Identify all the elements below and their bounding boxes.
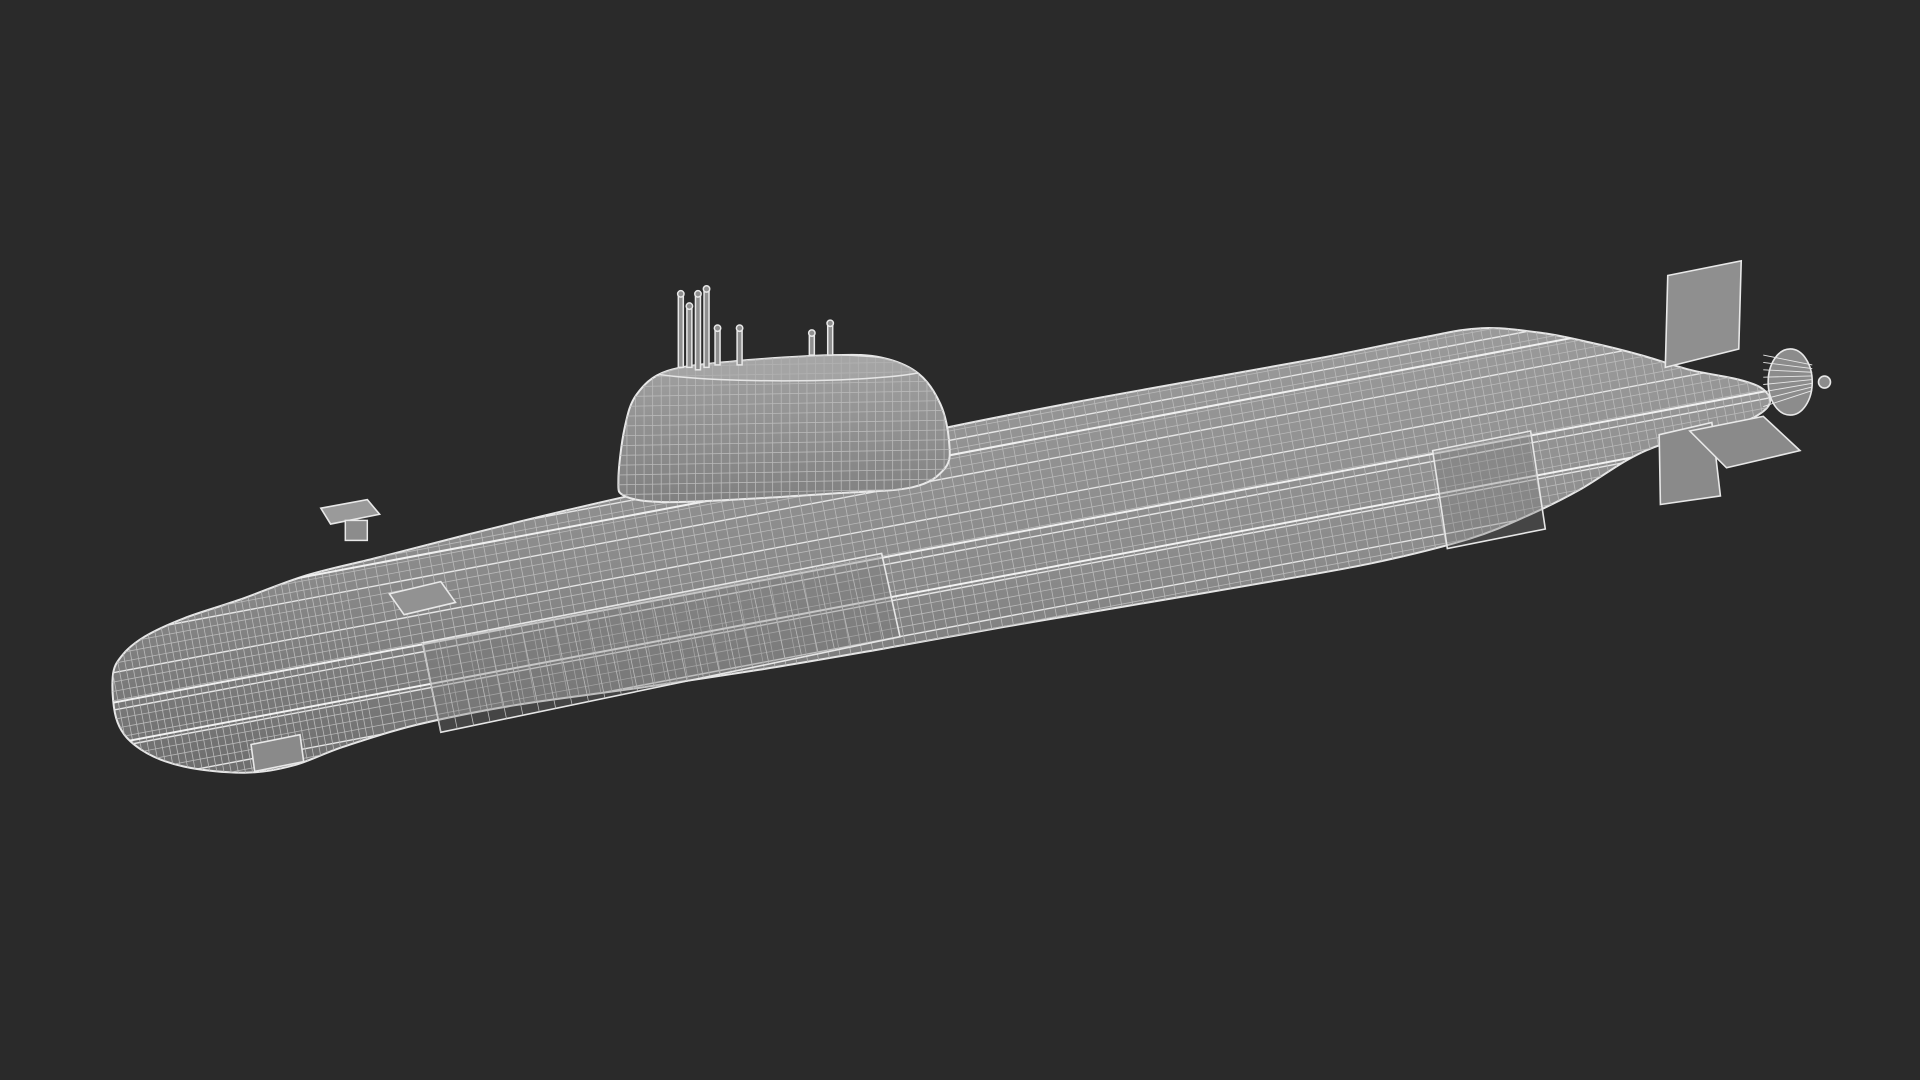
mast xyxy=(677,293,685,369)
propulsor-hub xyxy=(1817,375,1832,389)
mast xyxy=(686,305,693,369)
mast-head xyxy=(676,289,685,298)
mast xyxy=(826,322,834,356)
mast xyxy=(736,327,743,366)
sonar-panel-aft xyxy=(1431,430,1547,550)
mast xyxy=(714,327,721,366)
mast-head xyxy=(735,324,744,333)
mast-head xyxy=(713,324,722,333)
upper-rudder xyxy=(1664,259,1743,369)
viewport xyxy=(0,0,1920,1080)
mast-head xyxy=(694,289,702,298)
mast-head xyxy=(702,285,711,293)
mast xyxy=(694,293,702,371)
mast-head xyxy=(807,329,816,338)
capstan xyxy=(344,519,369,542)
mast-head xyxy=(826,319,835,328)
mast-head xyxy=(685,302,694,311)
submarine-render xyxy=(111,259,1832,774)
mast xyxy=(703,288,710,369)
